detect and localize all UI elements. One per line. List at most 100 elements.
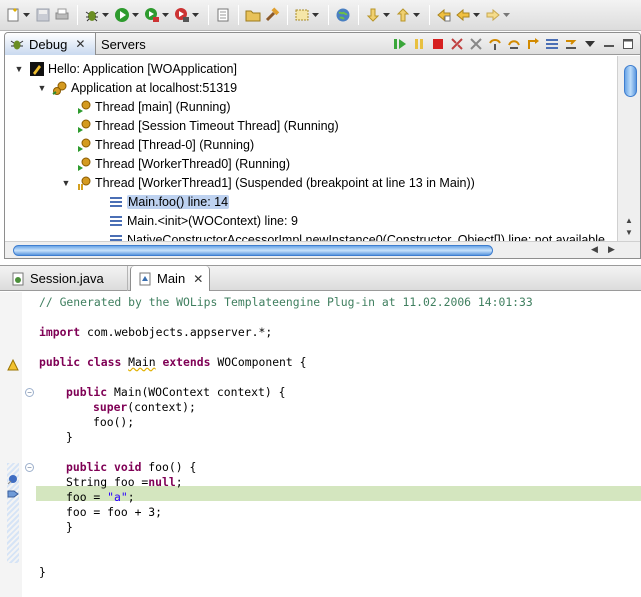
search-dropdown-icon[interactable] xyxy=(312,6,319,24)
run-dropdown-icon[interactable] xyxy=(132,6,139,24)
toolbar-separator xyxy=(358,5,359,25)
tree-row-thread-suspended[interactable]: ▼ Thread [WorkerThread1] (Suspended (bre… xyxy=(60,173,475,192)
tab-session-java[interactable]: Session.java xyxy=(4,266,128,291)
print-icon[interactable] xyxy=(53,6,71,24)
tree-row-thread[interactable]: Thread [Thread-0] (Running) xyxy=(76,135,254,154)
code-area[interactable]: − − // Generated by the WOLips Templatee… xyxy=(0,292,641,597)
next-annotation-icon[interactable] xyxy=(364,6,382,24)
close-icon[interactable]: ✕ xyxy=(193,272,203,286)
toolbar-separator xyxy=(287,5,288,25)
scroll-down-icon[interactable]: ▼ xyxy=(625,228,633,237)
tab-label: Servers xyxy=(101,36,146,52)
new-dropdown-icon[interactable] xyxy=(23,6,30,24)
editor-tabbar: Session.java Main ✕ xyxy=(0,266,641,291)
prev-annotation-dropdown-icon[interactable] xyxy=(413,6,420,24)
tree-row-launch[interactable]: ▼ Hello: Application [WOApplication] xyxy=(13,59,237,78)
next-annotation-dropdown-icon[interactable] xyxy=(383,6,390,24)
suspend-icon[interactable] xyxy=(410,36,427,53)
stack-frame-icon xyxy=(108,194,124,210)
tree-row-target[interactable]: ▼ Application at localhost:51319 xyxy=(36,78,237,97)
tree-row-thread[interactable]: Thread [Session Timeout Thread] (Running… xyxy=(76,116,339,135)
code-line: } xyxy=(66,430,73,444)
tree-row-thread[interactable]: Thread [main] (Running) xyxy=(76,97,230,116)
code-line: public void foo() { xyxy=(66,460,197,474)
debug-vertical-scrollbar[interactable]: ▲ ▼ xyxy=(617,56,640,243)
forward-dropdown-icon[interactable] xyxy=(503,6,510,24)
breakpoint-icon[interactable] xyxy=(6,472,20,486)
debug-icon xyxy=(9,36,25,52)
close-icon[interactable]: ✕ xyxy=(75,37,85,51)
step-return-icon[interactable] xyxy=(524,36,541,53)
step-over-icon[interactable] xyxy=(505,36,522,53)
tab-servers[interactable]: Servers xyxy=(97,33,157,55)
tree-row-thread[interactable]: Thread [WorkerThread0] (Running) xyxy=(76,154,290,173)
folding-ruler xyxy=(22,292,36,597)
terminate-icon[interactable] xyxy=(429,36,446,53)
forward-icon[interactable] xyxy=(484,6,502,24)
java-file-icon xyxy=(10,271,26,287)
scroll-left-icon[interactable]: ◀ xyxy=(591,244,598,255)
tree-row-stack-frame[interactable]: Main.<init>(WOContext) line: 9 xyxy=(108,211,298,230)
prev-annotation-icon[interactable] xyxy=(394,6,412,24)
run-ext-icon[interactable] xyxy=(143,6,161,24)
use-step-filters-icon[interactable] xyxy=(543,36,560,53)
save-icon[interactable] xyxy=(34,6,52,24)
code-line: foo(); xyxy=(93,415,135,429)
open-folder-icon[interactable] xyxy=(244,6,262,24)
run-icon[interactable] xyxy=(113,6,131,24)
fold-toggle-icon[interactable]: − xyxy=(25,388,34,397)
debug-view-tabbar: Debug ✕ Servers xyxy=(5,33,640,55)
fold-toggle-icon[interactable]: − xyxy=(25,463,34,472)
expanded-icon[interactable]: ▼ xyxy=(13,63,25,75)
drop-to-frame-icon[interactable] xyxy=(562,36,579,53)
ext-tools-icon[interactable] xyxy=(173,6,191,24)
warning-icon[interactable] xyxy=(6,358,20,372)
java-file-icon xyxy=(137,271,153,287)
toolbar-separator xyxy=(429,5,430,25)
scrollbar-thumb[interactable] xyxy=(624,65,637,97)
search-icon[interactable] xyxy=(293,6,311,24)
maximize-icon[interactable] xyxy=(619,36,636,53)
scroll-right-icon[interactable]: ▶ xyxy=(608,244,615,255)
tree-label: Main.foo() line: 14 xyxy=(127,194,230,209)
code-line: super(context); xyxy=(93,400,196,414)
resume-icon[interactable] xyxy=(391,36,408,53)
debug-horizontal-scrollbar[interactable]: ◀ ▶ xyxy=(5,241,640,258)
back-dropdown-icon[interactable] xyxy=(473,6,480,24)
debug-dropdown-icon[interactable] xyxy=(102,6,109,24)
page-icon[interactable] xyxy=(214,6,232,24)
tree-label: Thread [Session Timeout Thread] (Running… xyxy=(95,118,339,133)
debug-actions-toolbar xyxy=(389,35,636,53)
globe-icon[interactable] xyxy=(334,6,352,24)
run-ext-dropdown-icon[interactable] xyxy=(162,6,169,24)
code-line: } xyxy=(66,520,73,534)
new-icon[interactable] xyxy=(4,6,22,24)
hammer-icon[interactable] xyxy=(263,6,281,24)
toolbar-separator xyxy=(77,5,78,25)
expanded-icon[interactable]: ▼ xyxy=(36,82,48,94)
tab-main[interactable]: Main ✕ xyxy=(130,266,210,291)
expanded-icon[interactable]: ▼ xyxy=(60,177,72,189)
minimize-icon[interactable] xyxy=(600,36,617,53)
scroll-up-icon[interactable]: ▲ xyxy=(625,216,633,225)
scrollbar-thumb[interactable] xyxy=(13,245,493,256)
debug-icon[interactable] xyxy=(83,6,101,24)
debug-view: Debug ✕ Servers ▼ Hello: Application [WO… xyxy=(4,32,641,259)
tab-label: Debug xyxy=(29,36,68,52)
toolbar-separator xyxy=(208,5,209,25)
step-into-icon[interactable] xyxy=(486,36,503,53)
last-edit-icon[interactable] xyxy=(435,6,453,24)
ext-tools-dropdown-icon[interactable] xyxy=(192,6,199,24)
back-icon[interactable] xyxy=(454,6,472,24)
disconnect-icon[interactable] xyxy=(448,36,465,53)
main-toolbar xyxy=(0,0,641,31)
remove-terminated-icon[interactable] xyxy=(467,36,484,53)
tree-label: Thread [Thread-0] (Running) xyxy=(95,137,255,152)
stack-frame-icon xyxy=(108,213,124,229)
tree-label: Application at localhost:51319 xyxy=(71,80,238,95)
tab-debug[interactable]: Debug ✕ xyxy=(5,33,96,55)
tree-row-stack-frame[interactable]: Main.foo() line: 14 xyxy=(108,192,230,211)
thread-running-icon xyxy=(76,99,92,115)
tab-label: Main xyxy=(157,271,186,286)
view-menu-icon[interactable] xyxy=(581,36,598,53)
